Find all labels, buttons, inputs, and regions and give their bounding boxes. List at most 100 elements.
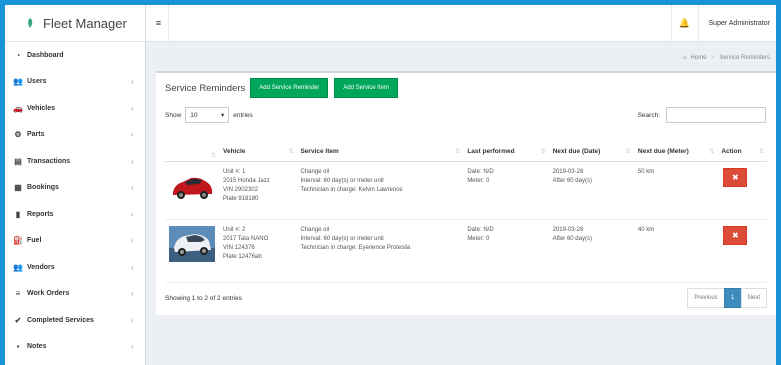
entries-value: 10 (190, 111, 198, 119)
table-footer: Showing 1 to 2 of 2 entries Previous 1 N… (165, 288, 767, 308)
service-item-cell: Change oil Interval: 60 day(s) or meter u… (296, 219, 464, 283)
next-due-date-cell: 2019-03-28 After 60 day(s) (548, 219, 634, 283)
dashboard-icon: ◔ (15, 50, 21, 60)
sidebar-item-completed-services[interactable]: ✔ Completed Services ‹ (5, 307, 145, 334)
vehicle-cell: Unit #: 1 2015 Honda Jazz VIN 2902302 Plate… (219, 161, 297, 220)
sidebar-item-parts[interactable]: ⚙ Parts ‹ (5, 122, 145, 149)
sidebar-item-label: Users (27, 78, 47, 86)
col-action-header[interactable]: Action ⇅ (717, 143, 767, 162)
pagination: Previous 1 Next (687, 288, 767, 308)
sort-icon: ⇅ (709, 149, 715, 156)
sidebar-item-label: Dashboard (27, 51, 64, 59)
last-performed-line: Date: N/D (467, 168, 494, 175)
sidebar-item-label: Notes (27, 343, 47, 351)
box-header: Service Reminders Add Service Reminder A… (156, 73, 776, 103)
sidebar-item-notes[interactable]: ▪ Notes ‹ (5, 334, 145, 361)
work-orders-icon: ≡ (15, 289, 21, 299)
table-controls: Show 10 ▾ entries Search: (156, 103, 776, 127)
vehicle-info-line: VIN 124376 (223, 244, 255, 251)
col-index-header[interactable]: ⇅ (165, 143, 219, 162)
search-label: Search: (637, 111, 660, 119)
sidebar-item-vehicles[interactable]: 🚗 Vehicles ‹ (5, 95, 145, 122)
chevron-left-icon: ‹ (131, 315, 134, 325)
table-row: Unit #: 2 2017 Tata NANO VIN 124376 Plate 1… (165, 219, 767, 283)
delete-button[interactable]: ✖ (723, 225, 748, 245)
sidebar-item-transactions[interactable]: ▤ Transactions ‹ (5, 148, 145, 175)
notifications-bell-icon[interactable]: 🔔 (670, 5, 699, 42)
next-due-date-line: After 60 day(s) (552, 235, 592, 242)
brand[interactable]: Fleet Manager (5, 5, 145, 42)
previous-page-button[interactable]: Previous (687, 288, 725, 308)
app-frame: Fleet Manager ◔ Dashboard 👥 Users ‹ 🚗 Vehicles… (5, 5, 776, 365)
close-icon: ✖ (731, 172, 739, 182)
col-next-due-date-header[interactable]: Next due (Date) ⇅ (548, 143, 634, 162)
next-due-meter-value: 40 km (637, 226, 655, 233)
add-service-item-button[interactable]: Add Service Item (334, 78, 398, 98)
vendors-icon: 👥 (13, 262, 23, 272)
sidebar-item-bookings[interactable]: ▦ Bookings ‹ (5, 175, 145, 202)
sort-icon: ⇅ (210, 152, 216, 159)
menu-toggle-icon[interactable]: ≡ (149, 5, 169, 42)
delete-button[interactable]: ✖ (723, 167, 748, 187)
last-performed-line: Meter: 0 (467, 235, 490, 242)
sort-icon: ⇅ (288, 149, 294, 156)
service-info-line: Technician in charge: Kelvin Lawrence (300, 186, 403, 193)
column-header-label: Next due (Meter) (637, 148, 689, 156)
col-service-item-header[interactable]: Service Item ⇅ (296, 143, 464, 162)
action-cell: ✖ (717, 219, 767, 283)
sidebar-item-reports[interactable]: ▮ Reports ‹ (5, 201, 145, 228)
next-due-date-line: 2019-03-28 (552, 168, 584, 175)
fuel-icon: ⛽ (13, 236, 23, 246)
chevron-down-icon: ▾ (221, 112, 225, 119)
table-body: Unit #: 1 2015 Honda Jazz VIN 2902302 Plate… (165, 161, 767, 283)
vehicle-info-line: 2017 Tata NANO (223, 235, 269, 242)
chevron-left-icon: ‹ (131, 262, 134, 272)
column-header-label: Next due (Date) (552, 148, 601, 156)
user-menu[interactable]: Super Administrator (699, 20, 776, 27)
vehicle-info-line: Plate 918180 (223, 195, 259, 202)
entries-select[interactable]: 10 ▾ (185, 107, 230, 123)
service-info-line: Change oil (300, 226, 330, 233)
add-service-reminder-button[interactable]: Add Service Reminder (250, 78, 329, 98)
table-row: Unit #: 1 2015 Honda Jazz VIN 2902302 Plate… (165, 161, 767, 220)
breadcrumb-current: Service Reminders (719, 55, 770, 61)
table-header-row: ⇅ Vehicle ⇅ Service Item ⇅ Last performed ⇅ Nex… (165, 143, 767, 162)
last-performed-line: Meter: 0 (467, 177, 490, 184)
sidebar-item-work-orders[interactable]: ≡ Work Orders ‹ (5, 281, 145, 308)
topbar: ≡ 🔔 Super Administrator (146, 5, 776, 42)
service-item-cell: Change oil Interval: 60 day(s) or meter u… (296, 161, 464, 220)
next-due-date-cell: 2019-03-28 After 60 day(s) (548, 161, 634, 220)
notes-icon: ▪ (16, 342, 20, 352)
column-header-label: Vehicle (223, 148, 246, 156)
vehicle-info-line: 2015 Honda Jazz (223, 177, 270, 184)
sidebar-item-label: Bookings (27, 184, 59, 192)
col-vehicle-header[interactable]: Vehicle ⇅ (219, 143, 297, 162)
sidebar-item-fuel[interactable]: ⛽ Fuel ‹ (5, 228, 145, 255)
white-car-image (169, 225, 215, 262)
box-title: Service Reminders (165, 82, 246, 94)
page-1-button[interactable]: 1 (723, 288, 742, 308)
car-icon: 🚗 (13, 103, 23, 113)
sidebar-item-label: Parts (27, 131, 45, 139)
vehicle-cell: Unit #: 2 2017 Tata NANO VIN 124376 Plate 1… (219, 219, 297, 283)
sidebar-item-dashboard[interactable]: ◔ Dashboard (5, 42, 145, 69)
service-reminders-box: Service Reminders Add Service Reminder A… (156, 71, 776, 315)
sidebar-item-vendors[interactable]: 👥 Vendors ‹ (5, 254, 145, 281)
sidebar-item-users[interactable]: 👥 Users ‹ (5, 69, 145, 96)
breadcrumb-home[interactable]: Home (690, 55, 706, 61)
col-next-due-meter-header[interactable]: Next due (Meter) ⇅ (633, 143, 718, 162)
sidebar-item-label: Completed Services (27, 316, 94, 324)
chevron-left-icon: ‹ (131, 183, 134, 193)
last-performed-line: Date: N/D (467, 226, 494, 233)
chevron-left-icon: ‹ (131, 342, 134, 352)
breadcrumb: ⌂ Home > Service Reminders (683, 55, 770, 61)
column-header-label: Service Item (300, 148, 339, 156)
sidebar-item-label: Work Orders (27, 290, 70, 298)
col-last-performed-header[interactable]: Last performed ⇅ (463, 143, 549, 162)
sort-icon: ⇅ (758, 149, 764, 156)
chevron-left-icon: ‹ (131, 289, 134, 299)
sort-icon: ⇅ (540, 149, 546, 156)
next-page-button[interactable]: Next (740, 288, 767, 308)
reminders-table: ⇅ Vehicle ⇅ Service Item ⇅ Last performed ⇅ Nex… (165, 143, 767, 283)
search-input[interactable] (666, 107, 766, 123)
